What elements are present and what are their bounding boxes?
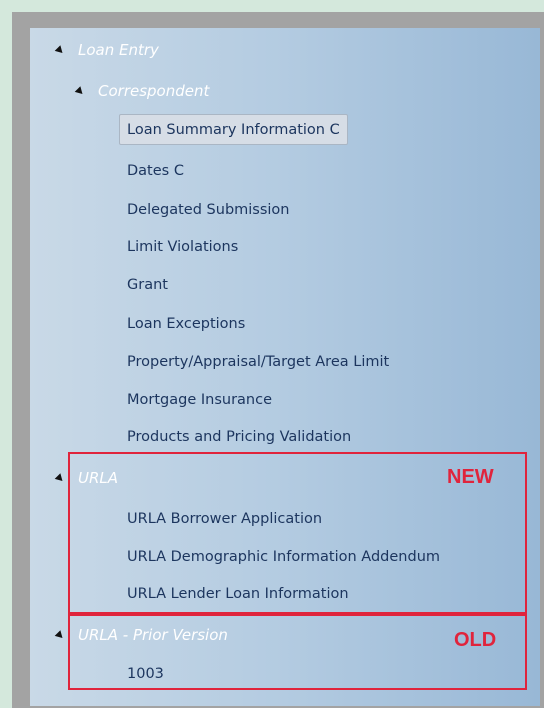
old-section-highlight-box [68, 614, 527, 690]
tree-item-property-appraisal-target-area-limit[interactable]: Property/Appraisal/Target Area Limit [127, 347, 389, 377]
tree-item-limit-violations[interactable]: Limit Violations [127, 232, 238, 262]
tree-node-correspondent[interactable]: Correspondent [74, 76, 210, 106]
tree-item-products-and-pricing-validation[interactable]: Products and Pricing Validation [127, 422, 351, 452]
tree-item-loan-summary-information-c[interactable]: Loan Summary Information C [119, 114, 348, 145]
expanded-triangle-icon[interactable] [54, 472, 66, 484]
tree-node-label: Loan Entry [78, 41, 159, 59]
tree-item-grant[interactable]: Grant [127, 270, 168, 300]
tree-item-delegated-submission[interactable]: Delegated Submission [127, 195, 290, 225]
tree-node-loan-entry[interactable]: Loan Entry [54, 35, 159, 65]
new-label: NEW [447, 466, 494, 488]
tree-item-dates-c[interactable]: Dates C [127, 156, 184, 186]
tree-item-mortgage-insurance[interactable]: Mortgage Insurance [127, 385, 272, 415]
tree-node-label: Correspondent [98, 82, 210, 100]
expanded-triangle-icon[interactable] [54, 44, 66, 56]
expanded-triangle-icon[interactable] [74, 85, 86, 97]
old-label: OLD [454, 629, 497, 651]
expanded-triangle-icon[interactable] [54, 629, 66, 641]
tree-item-loan-exceptions[interactable]: Loan Exceptions [127, 309, 245, 339]
